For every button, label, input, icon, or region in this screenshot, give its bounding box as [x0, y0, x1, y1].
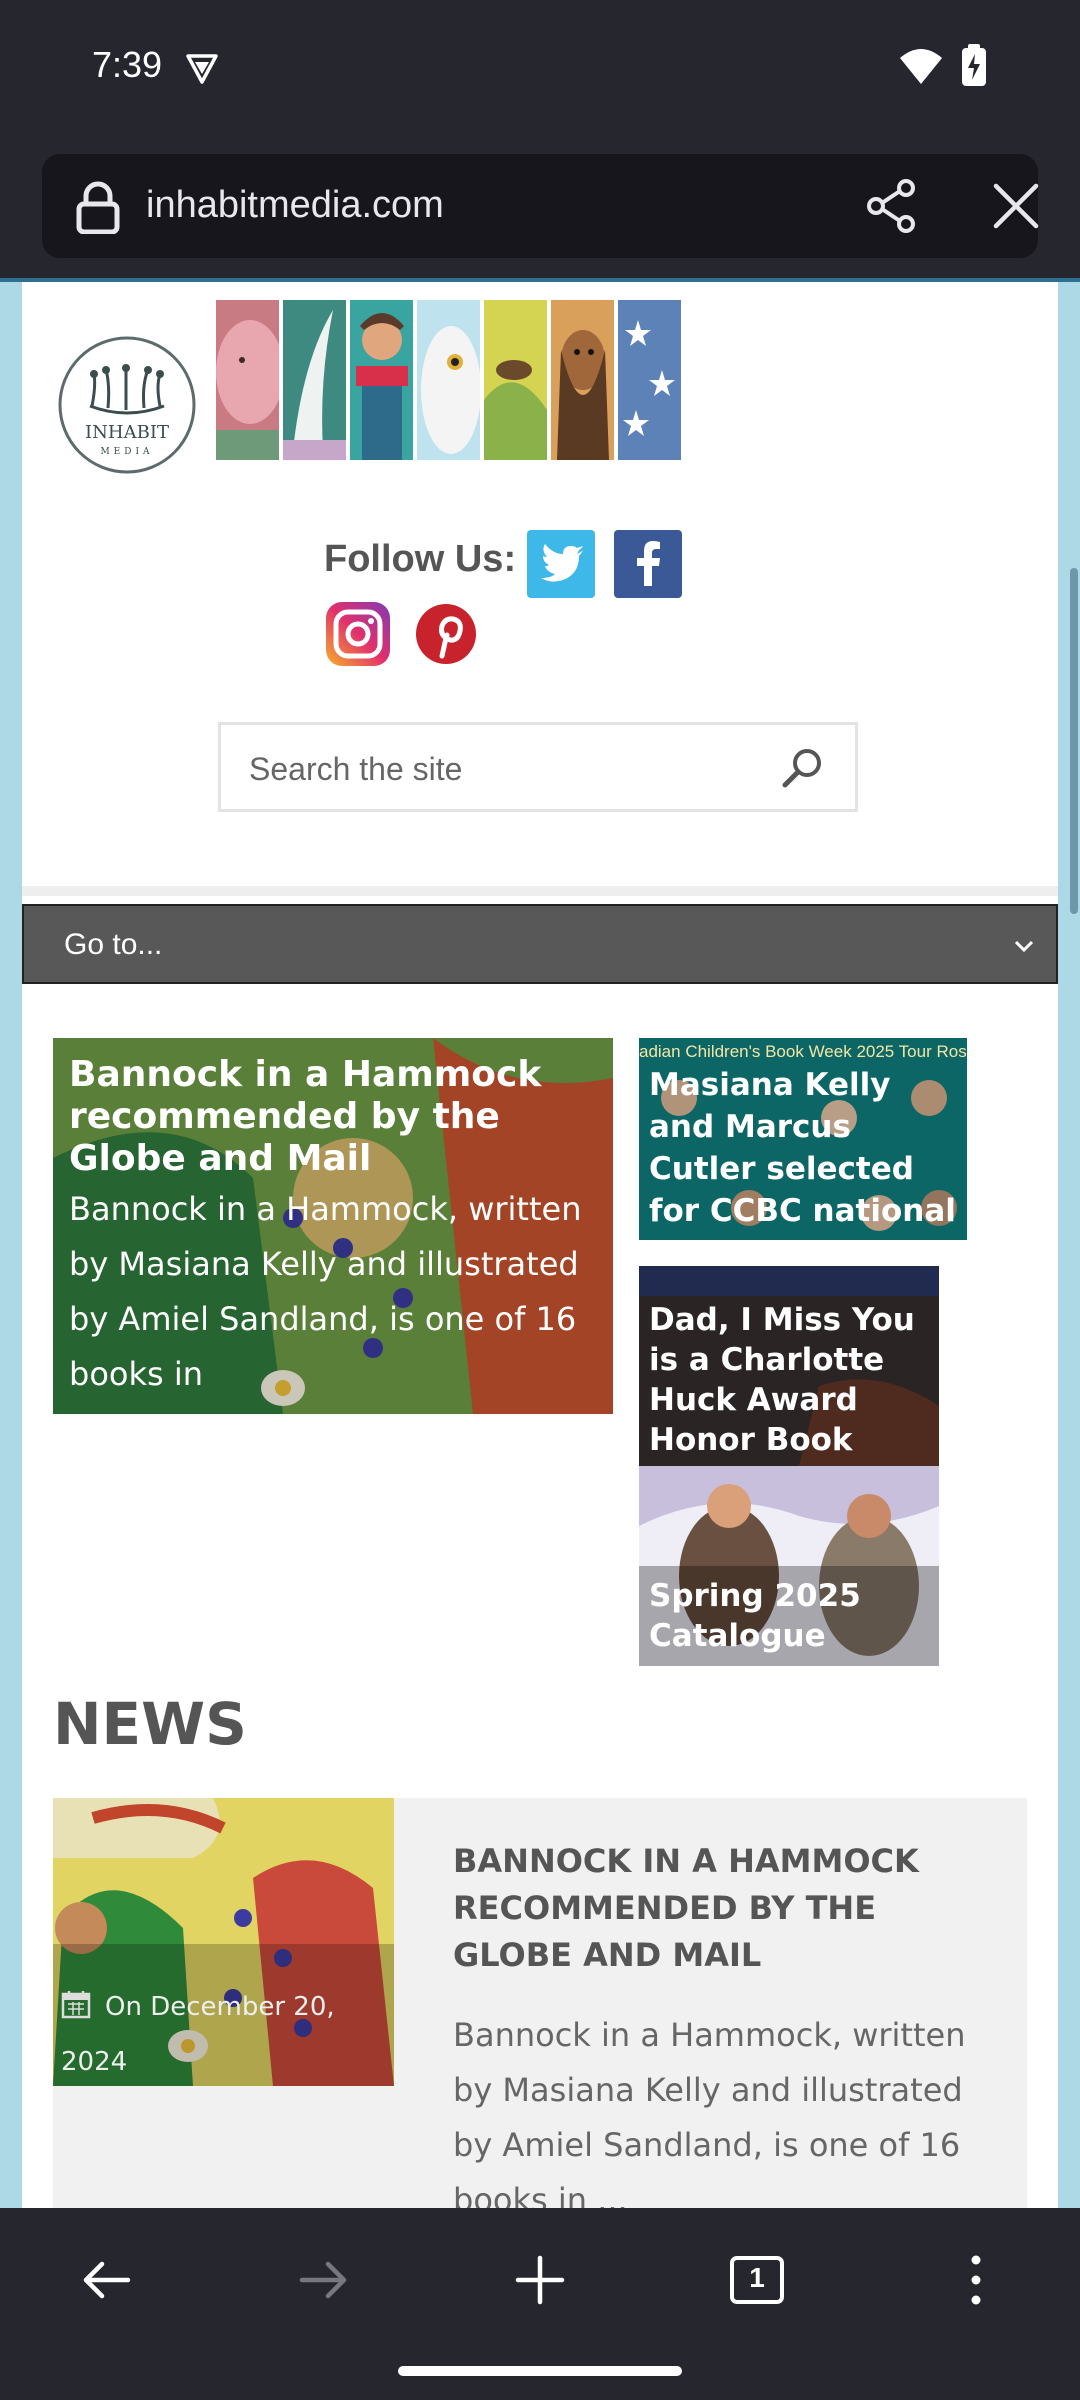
more-options-icon[interactable]: [946, 2250, 1006, 2310]
forward-arrow-icon[interactable]: [294, 2250, 354, 2310]
follow-us-label: Follow Us:: [324, 538, 517, 580]
illustration-banner: [216, 300, 681, 460]
news-excerpt: Bannock in a Hammock, written by Masiana…: [453, 2016, 966, 2208]
twitter-button[interactable]: [527, 530, 595, 598]
news-heading: NEWS: [53, 1690, 247, 1758]
instagram-icon: [326, 602, 390, 666]
tab-count: 1: [749, 2262, 765, 2293]
instagram-button[interactable]: [324, 600, 392, 668]
vpn-icon: [186, 54, 218, 84]
pinterest-icon: [416, 604, 476, 664]
status-time: 7:39: [92, 44, 163, 85]
news-card[interactable]: On December 20, 2024 BANNOCK IN A HAMMOC…: [53, 1798, 1027, 2208]
site-search-box[interactable]: Search the site: [218, 722, 858, 812]
banner-child-illustration: [350, 300, 413, 460]
battery-charging-icon: [962, 44, 986, 86]
news-thumbnail[interactable]: On December 20, 2024: [53, 1798, 394, 2086]
page-scrollbar[interactable]: [1070, 568, 1078, 914]
status-bar: 7:39: [0, 0, 1080, 136]
featured-excerpt: Bannock in a Hammock, written by Masiana…: [69, 1190, 582, 1393]
back-arrow-icon[interactable]: [76, 2250, 136, 2310]
share-icon[interactable]: [864, 178, 920, 234]
featured-title[interactable]: Spring 2025 Catalogue: [649, 1576, 939, 1656]
goto-label: Go to...: [64, 928, 163, 961]
featured-story-large[interactable]: Bannock in a Hammock recommended by the …: [53, 1038, 613, 1414]
logo-text: INHABIT: [85, 422, 169, 443]
close-icon[interactable]: [990, 180, 1042, 232]
lock-icon: [76, 181, 120, 234]
featured-story-award[interactable]: Dad, I Miss You is a Charlotte Huck Awar…: [639, 1266, 939, 1466]
news-date-text: On December 20, 2024: [61, 1992, 335, 2077]
featured-story-ccbc[interactable]: adian Children's Book Week 2025 Tour Ros…: [639, 1038, 967, 1240]
url-text[interactable]: inhabitmedia.com: [146, 184, 444, 227]
wifi-icon: [900, 49, 942, 84]
gesture-handle[interactable]: [398, 2366, 682, 2376]
banner-caterpillar-illustration: [484, 300, 547, 460]
banner-stars-illustration: [618, 300, 681, 460]
header-divider: [22, 886, 1058, 896]
news-date: On December 20, 2024: [61, 1980, 391, 2086]
logo-subtext: MEDIA: [100, 447, 153, 457]
address-bar[interactable]: inhabitmedia.com: [42, 154, 1039, 258]
facebook-button[interactable]: [614, 530, 682, 598]
banner-bird-illustration: [283, 300, 346, 460]
banner-pig-illustration: [216, 300, 279, 460]
new-tab-plus-icon[interactable]: [510, 2250, 570, 2310]
featured-title[interactable]: Bannock in a Hammock recommended by the …: [69, 1054, 599, 1180]
search-placeholder[interactable]: Search the site: [249, 751, 462, 788]
tab-switcher-button[interactable]: 1: [726, 2250, 788, 2312]
search-icon[interactable]: [777, 743, 827, 793]
web-page: INHABIT MEDIA Follow Us: Search the site…: [22, 282, 1058, 2208]
chevron-down-icon: [1014, 940, 1034, 953]
web-viewport[interactable]: INHABIT MEDIA Follow Us: Search the site…: [0, 278, 1080, 2208]
ccbc-tour-banner-text: adian Children's Book Week 2025 Tour Ros: [639, 1042, 967, 1061]
pinterest-button[interactable]: [412, 600, 480, 668]
facebook-icon: [637, 541, 660, 586]
banner-man-illustration: [551, 300, 614, 460]
inhabit-media-logo[interactable]: INHABIT MEDIA: [56, 334, 198, 476]
browser-bottom-toolbar: 1: [0, 2208, 1080, 2400]
calendar-icon: [61, 1991, 91, 2019]
goto-menu-select[interactable]: Go to...: [22, 904, 1058, 984]
featured-title[interactable]: Dad, I Miss You is a Charlotte Huck Awar…: [649, 1300, 939, 1460]
featured-story-catalogue[interactable]: Spring 2025 Catalogue: [639, 1466, 939, 1666]
featured-title[interactable]: Masiana Kelly and Marcus Cutler selected…: [649, 1064, 965, 1240]
twitter-icon: [541, 544, 583, 582]
banner-owl-illustration: [417, 300, 480, 460]
news-title[interactable]: BANNOCK IN A HAMMOCK RECOMMENDED BY THE …: [453, 1838, 993, 1979]
